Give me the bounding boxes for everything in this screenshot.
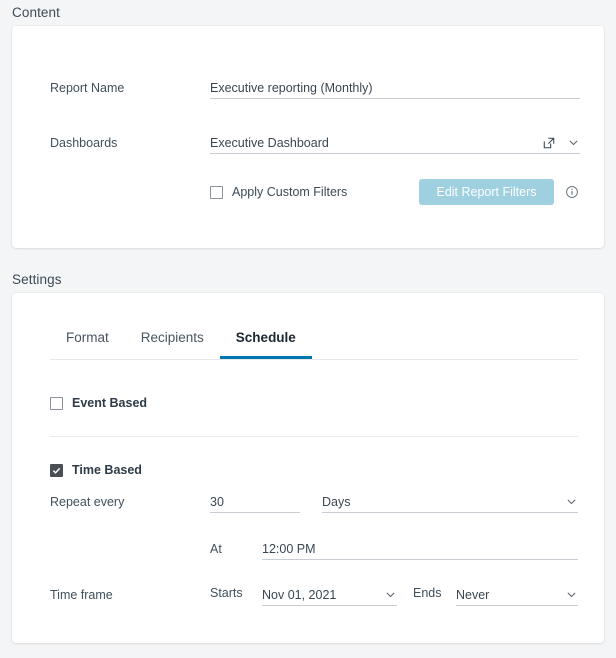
edit-report-filters-button[interactable]: Edit Report Filters <box>419 179 554 205</box>
chevron-down-icon[interactable] <box>567 136 580 149</box>
tab-schedule[interactable]: Schedule <box>220 329 312 359</box>
chevron-down-icon[interactable] <box>565 495 578 508</box>
tab-format[interactable]: Format <box>50 329 125 359</box>
starts-date-value: Nov 01, 2021 <box>262 587 384 603</box>
repeat-count-value: 30 <box>210 494 300 510</box>
time-frame-label: Time frame <box>50 586 113 604</box>
chevron-down-icon[interactable] <box>384 588 397 601</box>
apply-custom-filters-label: Apply Custom Filters <box>232 185 347 199</box>
report-name-input[interactable]: Executive reporting (Monthly) <box>210 77 580 99</box>
time-based-label: Time Based <box>72 463 142 477</box>
ends-label: Ends <box>413 586 442 600</box>
ends-value: Never <box>456 587 565 603</box>
repeat-every-label: Repeat every <box>50 493 124 511</box>
apply-custom-filters-checkbox[interactable]: Apply Custom Filters <box>210 185 347 199</box>
repeat-unit-select[interactable]: Days <box>322 491 578 513</box>
repeat-every-row: Repeat every 30 Days <box>50 491 578 515</box>
starts-label: Starts <box>210 586 243 600</box>
time-frame-row: Time frame Starts Nov 01, 2021 Ends Neve… <box>50 584 578 608</box>
content-card: Report Name Executive reporting (Monthly… <box>12 26 604 248</box>
chevron-down-icon[interactable] <box>565 588 578 601</box>
at-label: At <box>210 540 222 558</box>
report-name-label: Report Name <box>50 79 200 97</box>
checkbox-box <box>50 397 63 410</box>
report-name-value: Executive reporting (Monthly) <box>210 80 580 96</box>
event-based-label: Event Based <box>72 396 147 410</box>
info-circle-icon[interactable] <box>565 185 579 199</box>
report-scheduler-page: Content Report Name Executive reporting … <box>0 0 616 658</box>
repeat-count-input[interactable]: 30 <box>210 491 300 513</box>
settings-tabs: Format Recipients Schedule <box>50 329 578 360</box>
ends-select[interactable]: Never <box>456 584 578 606</box>
event-based-checkbox[interactable]: Event Based <box>50 396 147 410</box>
tab-recipients[interactable]: Recipients <box>125 329 220 359</box>
at-time-input[interactable]: 12:00 PM <box>262 538 578 560</box>
time-based-checkbox[interactable]: Time Based <box>50 463 142 477</box>
dashboards-value: Executive Dashboard <box>210 135 541 151</box>
starts-date-select[interactable]: Nov 01, 2021 <box>262 584 397 606</box>
at-time-value: 12:00 PM <box>262 541 578 557</box>
dashboards-label: Dashboards <box>50 134 200 152</box>
checkbox-box <box>50 464 63 477</box>
external-link-icon[interactable] <box>541 135 557 151</box>
at-time-row: At 12:00 PM <box>50 538 578 562</box>
dashboards-select[interactable]: Executive Dashboard <box>210 132 580 154</box>
schedule-divider <box>50 436 578 437</box>
settings-section-heading: Settings <box>12 272 62 287</box>
content-section-heading: Content <box>12 5 60 20</box>
checkbox-box <box>210 186 223 199</box>
settings-card: Format Recipients Schedule Event Based T… <box>12 293 604 643</box>
repeat-unit-value: Days <box>322 494 565 510</box>
